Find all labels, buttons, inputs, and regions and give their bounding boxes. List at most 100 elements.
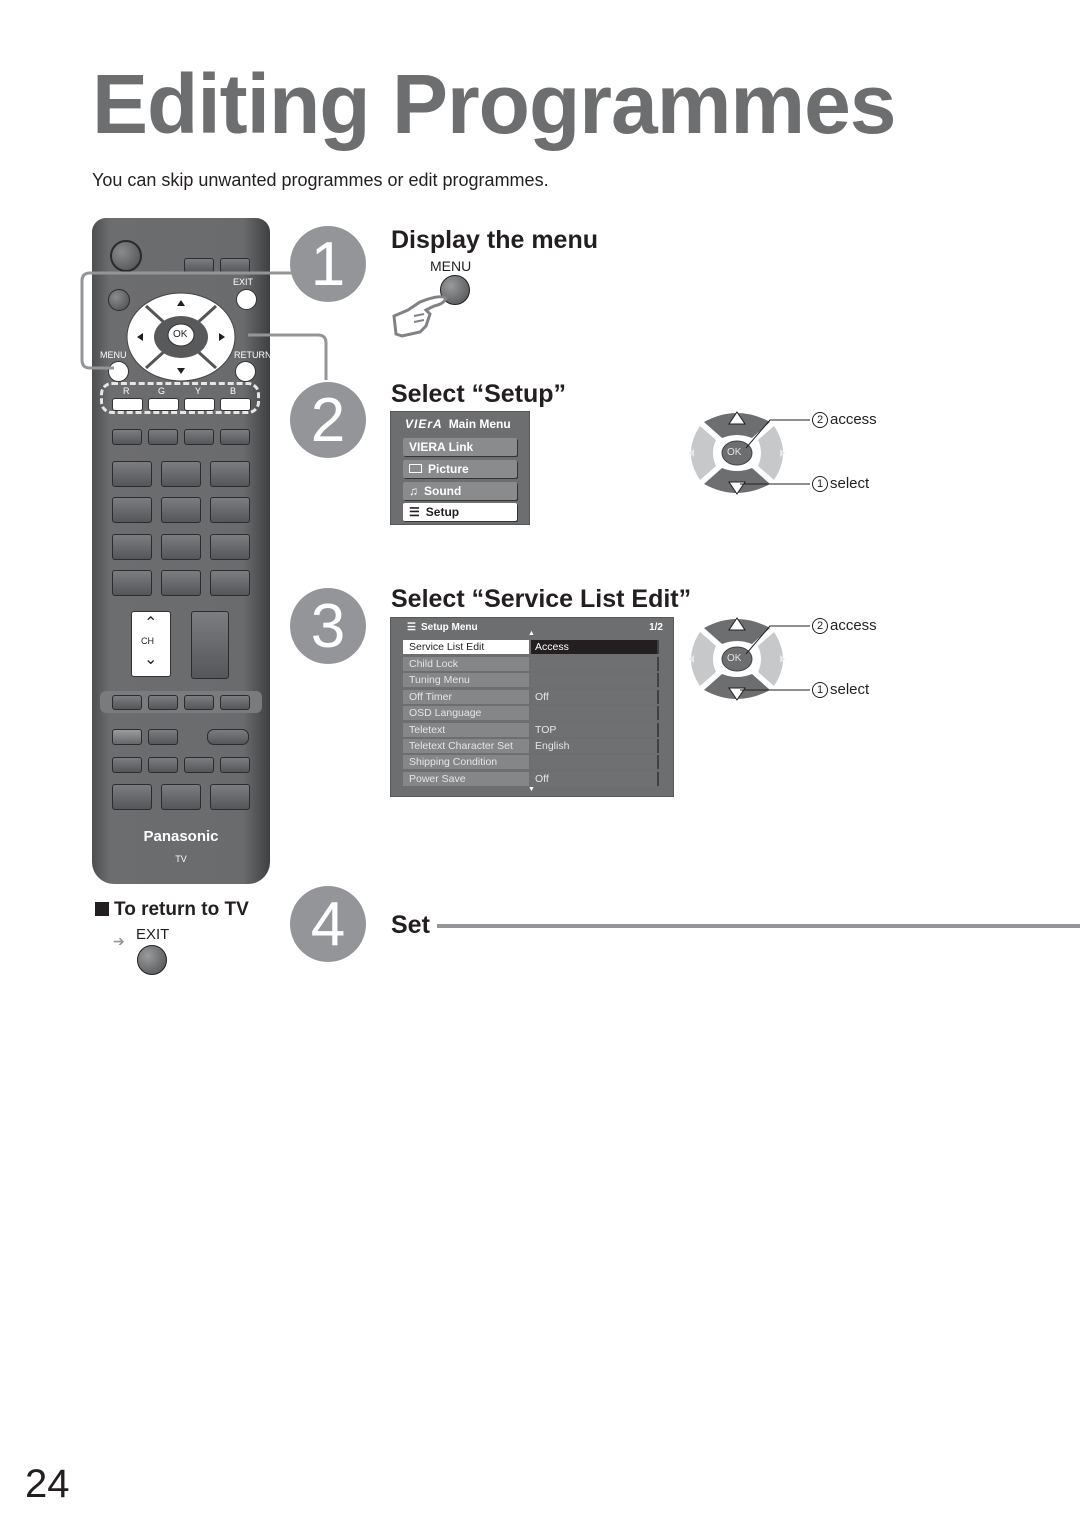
setup-menu-page: 1/2 (649, 622, 663, 633)
setup-row-teletext-character-set[interactable]: Teletext Character Set English (403, 739, 661, 753)
number-button[interactable] (112, 570, 152, 596)
setup-row-teletext[interactable]: Teletext TOP (403, 723, 661, 737)
menu-button-label: MENU (430, 258, 472, 274)
yellow-button[interactable] (184, 398, 215, 411)
setup-row-osd-language[interactable]: OSD Language (403, 706, 661, 720)
main-menu-item-sound[interactable]: ♫ Sound (403, 482, 517, 500)
number-button[interactable] (161, 570, 201, 596)
access-callout: 2 access (812, 411, 877, 428)
step-1-heading: Display the menu (391, 226, 598, 254)
strip-button[interactable] (220, 695, 250, 710)
function-button[interactable] (148, 429, 178, 445)
function-button[interactable] (220, 757, 250, 773)
y-label: Y (195, 386, 202, 396)
function-button[interactable] (184, 429, 214, 445)
blue-button[interactable] (220, 398, 251, 411)
number-button[interactable] (210, 534, 250, 560)
setup-menu-screen: ☰ Setup Menu ▲ 1/2 Service List Edit Acces… (390, 617, 674, 797)
setup-row-value (531, 657, 659, 671)
chevron-up-icon: ⌃ (144, 615, 158, 632)
setup-row-label: Tuning Menu (403, 673, 529, 687)
brand-logo: Panasonic (143, 828, 219, 845)
setup-row-value: Off (531, 690, 659, 704)
setup-row-label: Service List Edit (403, 640, 529, 654)
square-bullet-icon (95, 902, 109, 916)
main-menu-item-label: VIERA Link (409, 440, 474, 454)
main-menu-item-viera-link[interactable]: VIERA Link (403, 438, 517, 456)
select-number: 1 (812, 476, 828, 492)
callout-lines (740, 419, 810, 485)
setup-row-power-save[interactable]: Power Save Off (403, 772, 661, 786)
pointing-hand-icon (392, 295, 448, 338)
select-number: 1 (812, 682, 828, 698)
step-4-heading: Set (391, 911, 430, 939)
setup-row-value (531, 755, 659, 769)
number-button[interactable] (210, 461, 250, 487)
red-button[interactable] (112, 398, 143, 411)
strip-button[interactable] (184, 695, 214, 710)
select-callout: 1 select (812, 475, 869, 492)
select-text: select (830, 681, 870, 698)
setup-row-shipping-condition[interactable]: Shipping Condition (403, 755, 661, 769)
setup-row-value (531, 673, 659, 687)
exit-button[interactable] (137, 945, 167, 975)
setup-row-value: Off (531, 772, 659, 786)
step-1-number: 1 (290, 226, 366, 302)
music-note-icon: ♫ (409, 484, 418, 498)
function-button[interactable] (112, 429, 142, 445)
setup-row-label: Teletext (403, 723, 529, 737)
number-button[interactable] (161, 534, 201, 560)
setup-row-value: Access (531, 640, 659, 654)
step-2-number: 2 (290, 382, 366, 458)
setup-row-value: TOP (531, 723, 659, 737)
page-title: Editing Programmes (92, 57, 897, 151)
g-label: G (158, 386, 166, 396)
main-menu-item-label: Sound (424, 484, 462, 498)
main-menu-title: VIErA Main Menu (405, 417, 511, 431)
access-text: access (830, 617, 877, 634)
function-button[interactable] (148, 729, 178, 745)
large-button[interactable] (112, 784, 152, 810)
function-button[interactable] (148, 757, 178, 773)
setup-row-service-list-edit[interactable]: Service List Edit Access (403, 640, 661, 654)
setup-row-tuning-menu[interactable]: Tuning Menu (403, 673, 661, 687)
function-button[interactable] (220, 429, 250, 445)
tv-label: TV (175, 854, 187, 864)
access-callout: 2 access (812, 617, 877, 634)
channel-rocker[interactable]: ⌃ CH ⌄ (131, 611, 171, 677)
page-subtitle: You can skip unwanted programmes or edit… (92, 170, 549, 190)
list-icon: ☰ (409, 505, 420, 519)
main-menu-item-picture[interactable]: Picture (403, 460, 517, 478)
large-button[interactable] (161, 784, 201, 810)
number-button[interactable] (210, 497, 250, 523)
ch-label: CH (141, 636, 154, 646)
volume-rocker[interactable] (191, 611, 229, 679)
number-button[interactable] (112, 461, 152, 487)
setup-row-off-timer[interactable]: Off Timer Off (403, 690, 661, 704)
function-button[interactable] (112, 757, 142, 773)
number-button[interactable] (161, 461, 201, 487)
r-label: R (123, 386, 130, 396)
strip-button[interactable] (148, 695, 178, 710)
toggle-button[interactable] (207, 729, 249, 745)
setup-row-label: OSD Language (403, 706, 529, 720)
setup-row-child-lock[interactable]: Child Lock (403, 657, 661, 671)
function-button[interactable] (184, 757, 214, 773)
setup-row-value (531, 706, 659, 720)
strip-button[interactable] (112, 695, 142, 710)
picture-icon (409, 464, 422, 473)
number-button[interactable] (112, 497, 152, 523)
scroll-down-icon: ▼ (528, 786, 535, 793)
exit-button-label: EXIT (136, 926, 170, 943)
number-button[interactable] (161, 497, 201, 523)
number-button[interactable] (210, 570, 250, 596)
green-button[interactable] (148, 398, 179, 411)
setup-menu-title-text: Setup Menu (420, 622, 478, 633)
large-button[interactable] (210, 784, 250, 810)
power-button[interactable] (110, 240, 142, 272)
main-menu-item-setup[interactable]: ☰ Setup (403, 503, 517, 521)
function-button[interactable] (112, 729, 142, 745)
main-menu-item-label: Picture (428, 462, 469, 476)
number-button[interactable] (112, 534, 152, 560)
access-number: 2 (812, 412, 828, 428)
